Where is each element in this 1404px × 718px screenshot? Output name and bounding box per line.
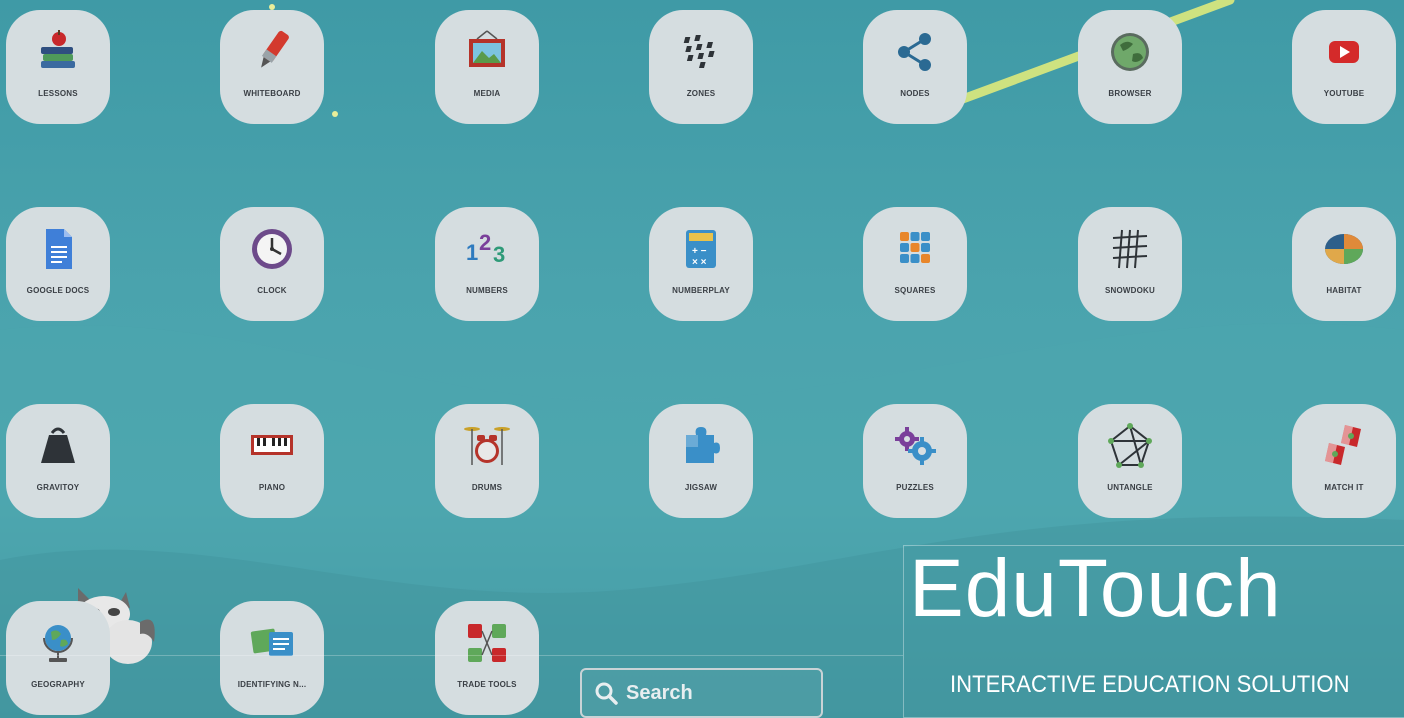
svg-text:+ −: + − (692, 246, 707, 257)
brand-title: EduTouch (909, 543, 1282, 634)
svg-text:× ×: × × (692, 257, 707, 268)
app-tile-nodes[interactable]: NODES (863, 10, 967, 124)
app-tile-clock[interactable]: CLOCK (220, 207, 324, 321)
youtube-icon (1319, 27, 1369, 77)
piano-icon (247, 421, 297, 471)
app-label: HABITAT (1326, 286, 1362, 295)
numbers-123-icon: 1 2 3 (462, 224, 512, 274)
app-tile-numberplay[interactable]: + − × × NUMBERPLAY (649, 207, 753, 321)
search-label: Search (626, 681, 693, 704)
app-label: NUMBERPLAY (672, 286, 730, 295)
app-label: DRUMS (471, 483, 503, 492)
app-label: MEDIA (473, 89, 501, 98)
divider-line (0, 655, 903, 656)
weight-icon (33, 421, 83, 471)
app-label: WHITEBOARD (243, 89, 301, 98)
calculator-icon: + − × × (676, 224, 726, 274)
share-nodes-icon (890, 27, 940, 77)
app-label: ZONES (686, 89, 716, 98)
gears-icon (890, 421, 940, 471)
app-tile-geography[interactable]: GEOGRAPHY (6, 601, 110, 715)
marker-icon (247, 27, 297, 77)
app-label: JIGSAW (684, 483, 718, 492)
trade-tools-icon (462, 618, 512, 668)
app-tile-youtube[interactable]: YOUTUBE (1292, 10, 1396, 124)
app-tile-browser[interactable]: BROWSER (1078, 10, 1182, 124)
app-label: UNTANGLE (1107, 483, 1153, 492)
app-label: NODES (900, 89, 930, 98)
app-label: SNOWDOKU (1104, 286, 1156, 295)
number-squares-icon (890, 224, 940, 274)
app-tile-gravitoy[interactable]: GRAVITOY (6, 404, 110, 518)
search-icon (595, 682, 618, 705)
google-docs-icon (33, 224, 83, 274)
app-tile-habitat[interactable]: HABITAT (1292, 207, 1396, 321)
desk-globe-icon (33, 618, 83, 668)
picture-frame-icon (462, 27, 512, 77)
habitat-pie-icon (1319, 224, 1369, 274)
app-tile-zones[interactable]: ZONES (649, 10, 753, 124)
app-tile-drums[interactable]: DRUMS (435, 404, 539, 518)
app-label: PUZZLES (896, 483, 934, 492)
app-tile-snowdoku[interactable]: SNOWDOKU (1078, 207, 1182, 321)
app-label: MATCH IT (1324, 483, 1364, 492)
app-label: PIANO (258, 483, 286, 492)
app-tile-google-docs[interactable]: GOOGLE DOCS (6, 207, 110, 321)
app-label: IDENTIFYING N... (237, 680, 307, 689)
svg-text:2: 2 (479, 230, 491, 255)
app-label: NUMBERS (466, 286, 508, 295)
app-tile-untangle[interactable]: UNTANGLE (1078, 404, 1182, 518)
app-tile-identifying[interactable]: IDENTIFYING N... (220, 601, 324, 715)
globe-icon (1105, 27, 1155, 77)
app-tile-trade-tools[interactable]: TRADE TOOLS (435, 601, 539, 715)
untangle-graph-icon (1105, 421, 1155, 471)
app-label: GEOGRAPHY (31, 680, 85, 689)
grid-hash-icon (1105, 224, 1155, 274)
app-tile-squares[interactable]: SQUARES (863, 207, 967, 321)
books-apple-icon (33, 27, 83, 77)
svg-text:1: 1 (466, 240, 478, 265)
app-tile-piano[interactable]: PIANO (220, 404, 324, 518)
app-label: LESSONS (38, 89, 78, 98)
app-tile-jigsaw[interactable]: JIGSAW (649, 404, 753, 518)
brand-subtitle: INTERACTIVE EDUCATION SOLUTION (950, 671, 1350, 698)
svg-text:3: 3 (493, 242, 505, 267)
zones-icon (676, 27, 726, 77)
app-tile-whiteboard[interactable]: WHITEBOARD (220, 10, 324, 124)
brand-panel: EduTouch INTERACTIVE EDUCATION SOLUTION (903, 545, 1404, 718)
app-tile-numbers[interactable]: 1 2 3 NUMBERS (435, 207, 539, 321)
match-cards-icon (1319, 421, 1369, 471)
image-cards-icon (247, 618, 297, 668)
app-label: SQUARES (894, 286, 936, 295)
app-label: YOUTUBE (1323, 89, 1365, 98)
app-label: BROWSER (1108, 89, 1152, 98)
search-box[interactable]: Search (580, 668, 823, 718)
app-label: CLOCK (257, 286, 287, 295)
drum-kit-icon (462, 421, 512, 471)
app-tile-match-it[interactable]: MATCH IT (1292, 404, 1396, 518)
app-label: TRADE TOOLS (457, 680, 517, 689)
app-tile-puzzles[interactable]: PUZZLES (863, 404, 967, 518)
app-label: GRAVITOY (36, 483, 80, 492)
puzzle-piece-icon (676, 421, 726, 471)
app-tile-media[interactable]: MEDIA (435, 10, 539, 124)
clock-icon (247, 224, 297, 274)
app-tile-lessons[interactable]: LESSONS (6, 10, 110, 124)
app-label: GOOGLE DOCS (26, 286, 90, 295)
